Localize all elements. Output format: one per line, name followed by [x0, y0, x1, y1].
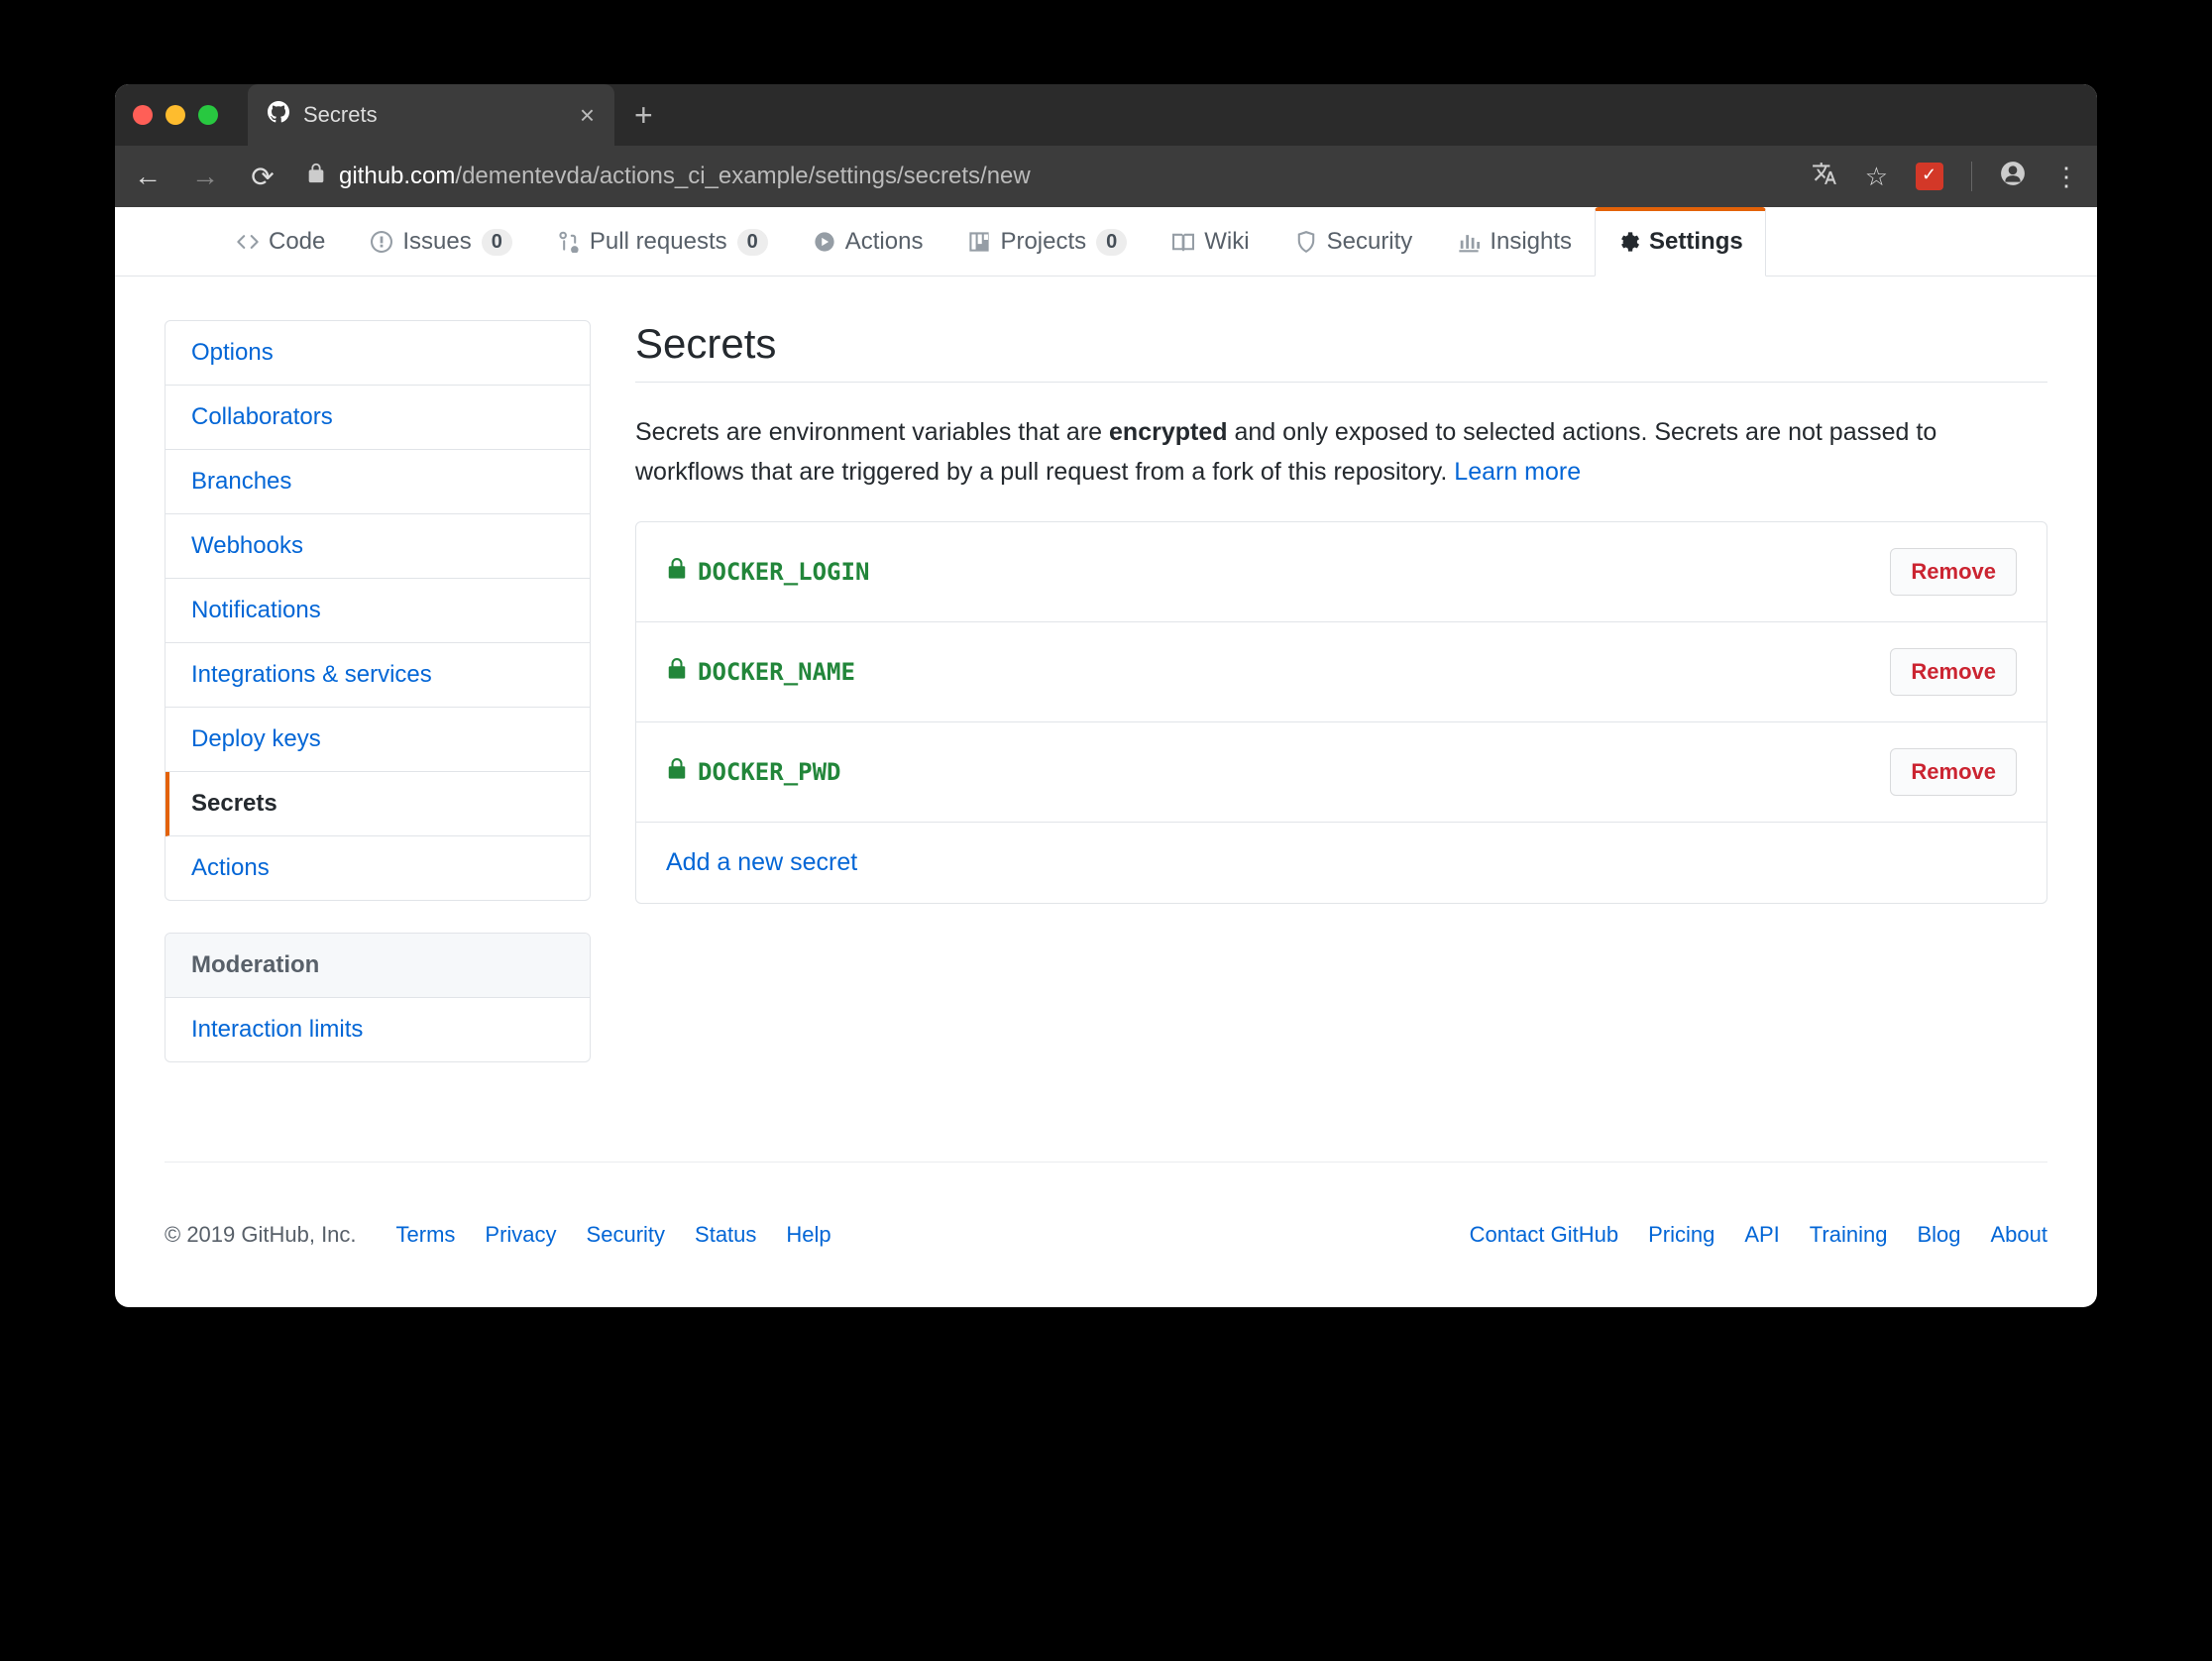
main-content: Secrets Secrets are environment variable…: [635, 320, 2047, 1062]
learn-more-link[interactable]: Learn more: [1454, 458, 1581, 486]
footer-link-terms[interactable]: Terms: [396, 1222, 456, 1248]
back-button[interactable]: ←: [133, 161, 163, 192]
footer-right-links: Contact GitHub Pricing API Training Blog…: [1470, 1222, 2047, 1248]
address-bar-right: ☆ ⋮: [1812, 161, 2079, 193]
footer-link-status[interactable]: Status: [695, 1222, 756, 1248]
footer-link-privacy[interactable]: Privacy: [485, 1222, 556, 1248]
pulls-count: 0: [737, 229, 768, 256]
browser-tab[interactable]: Secrets ×: [248, 84, 614, 146]
reload-button[interactable]: ⟳: [248, 161, 277, 193]
projects-count: 0: [1096, 229, 1127, 256]
secret-row: DOCKER_PWD Remove: [636, 722, 2046, 823]
extension-icon[interactable]: [1916, 163, 1943, 190]
lock-icon: [666, 558, 688, 586]
sidebar-item-interaction-limits[interactable]: Interaction limits: [166, 998, 590, 1061]
secret-row: DOCKER_LOGIN Remove: [636, 522, 2046, 622]
tab-issues[interactable]: Issues 0: [348, 207, 535, 277]
tab-actions[interactable]: Actions: [791, 207, 946, 277]
issues-count: 0: [482, 229, 512, 256]
add-secret-link[interactable]: Add a new secret: [636, 823, 2046, 903]
traffic-lights: [133, 105, 218, 125]
page-description: Secrets are environment variables that a…: [635, 412, 2047, 492]
browser-address-bar: ← → ⟳ github.com/dementevda/actions_ci_e…: [115, 146, 2097, 207]
code-icon: [237, 231, 259, 253]
new-tab-button[interactable]: +: [634, 97, 653, 134]
footer-link-contact[interactable]: Contact GitHub: [1470, 1222, 1618, 1248]
window-maximize-button[interactable]: [198, 105, 218, 125]
bookmark-star-icon[interactable]: ☆: [1865, 162, 1888, 192]
footer-left-links: Terms Privacy Security Status Help: [396, 1222, 831, 1248]
sidebar-item-branches[interactable]: Branches: [166, 450, 590, 514]
moderation-menu: Moderation Interaction limits: [165, 933, 591, 1062]
remove-button[interactable]: Remove: [1890, 648, 2017, 696]
secret-name: DOCKER_PWD: [666, 758, 841, 786]
tab-security[interactable]: Security: [1272, 207, 1436, 277]
browser-menu-icon[interactable]: ⋮: [2053, 162, 2079, 192]
url-host: github.com: [339, 163, 455, 189]
sidebar-item-deploy-keys[interactable]: Deploy keys: [166, 708, 590, 772]
lock-icon: [666, 658, 688, 686]
tab-close-button[interactable]: ×: [580, 100, 595, 131]
lock-icon: [666, 758, 688, 786]
sidebar-item-webhooks[interactable]: Webhooks: [166, 514, 590, 579]
pull-request-icon: [558, 231, 580, 253]
secret-name: DOCKER_NAME: [666, 658, 855, 686]
play-icon: [814, 231, 835, 253]
sidebar-item-collaborators[interactable]: Collaborators: [166, 386, 590, 450]
footer-link-blog[interactable]: Blog: [1917, 1222, 1960, 1248]
footer-link-security[interactable]: Security: [587, 1222, 665, 1248]
tab-insights[interactable]: Insights: [1435, 207, 1595, 277]
tab-wiki[interactable]: Wiki: [1150, 207, 1272, 277]
book-icon: [1172, 231, 1194, 253]
tab-settings[interactable]: Settings: [1595, 207, 1766, 277]
gear-icon: [1617, 231, 1639, 253]
profile-icon[interactable]: [2000, 161, 2026, 193]
remove-button[interactable]: Remove: [1890, 748, 2017, 796]
browser-titlebar: Secrets × +: [115, 84, 2097, 146]
github-favicon: [268, 101, 289, 129]
lock-icon: [305, 163, 327, 191]
secret-row: DOCKER_NAME Remove: [636, 622, 2046, 722]
settings-menu: Options Collaborators Branches Webhooks …: [165, 320, 591, 901]
footer-link-training[interactable]: Training: [1810, 1222, 1888, 1248]
footer-link-api[interactable]: API: [1744, 1222, 1779, 1248]
tab-title: Secrets: [303, 102, 378, 128]
secret-name: DOCKER_LOGIN: [666, 558, 869, 586]
url-field[interactable]: github.com/dementevda/actions_ci_example…: [305, 163, 1784, 191]
page-title: Secrets: [635, 320, 2047, 383]
tab-pull-requests[interactable]: Pull requests 0: [535, 207, 791, 277]
tab-projects[interactable]: Projects 0: [945, 207, 1150, 277]
footer-link-about[interactable]: About: [1991, 1222, 2048, 1248]
url-path: /dementevda/actions_ci_example/settings/…: [455, 163, 1030, 189]
footer-link-help[interactable]: Help: [786, 1222, 830, 1248]
secrets-list: DOCKER_LOGIN Remove DOCKER_NAME Remove D…: [635, 521, 2047, 904]
repo-nav: Code Issues 0 Pull requests 0 Actions Pr…: [115, 207, 2097, 277]
project-icon: [968, 231, 990, 253]
browser-window: Secrets × + ← → ⟳ github.com/dementevda/…: [115, 84, 2097, 1307]
sidebar-item-actions[interactable]: Actions: [166, 836, 590, 900]
separator: [1971, 162, 1972, 191]
footer: © 2019 GitHub, Inc. Terms Privacy Securi…: [165, 1162, 2047, 1307]
sidebar-item-options[interactable]: Options: [166, 321, 590, 386]
translate-icon[interactable]: [1812, 161, 1837, 193]
tab-code[interactable]: Code: [214, 207, 348, 277]
forward-button[interactable]: →: [190, 161, 220, 192]
sidebar-item-integrations[interactable]: Integrations & services: [166, 643, 590, 708]
copyright: © 2019 GitHub, Inc.: [165, 1222, 357, 1248]
window-close-button[interactable]: [133, 105, 153, 125]
issue-icon: [371, 231, 392, 253]
settings-sidebar: Options Collaborators Branches Webhooks …: [165, 320, 591, 1062]
shield-icon: [1295, 231, 1317, 253]
page-content: Options Collaborators Branches Webhooks …: [115, 277, 2097, 1082]
graph-icon: [1458, 231, 1480, 253]
window-minimize-button[interactable]: [166, 105, 185, 125]
footer-link-pricing[interactable]: Pricing: [1648, 1222, 1714, 1248]
moderation-header: Moderation: [166, 934, 590, 998]
remove-button[interactable]: Remove: [1890, 548, 2017, 596]
sidebar-item-secrets[interactable]: Secrets: [166, 772, 590, 836]
sidebar-item-notifications[interactable]: Notifications: [166, 579, 590, 643]
